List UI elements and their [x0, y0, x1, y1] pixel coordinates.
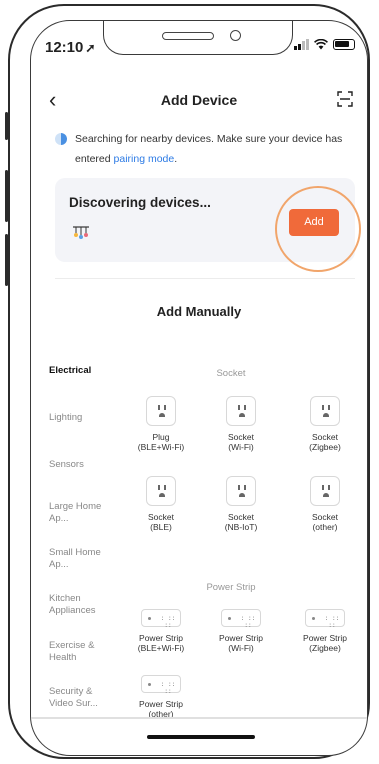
device-label: Socket (BLE) [148, 512, 174, 532]
device-plug-ble-wifi[interactable]: Plug (BLE+Wi-Fi) [123, 396, 199, 452]
device-label: Plug (BLE+Wi-Fi) [137, 432, 185, 452]
category-exercise-health[interactable]: Exercise & Health [49, 640, 109, 664]
device-label: Socket (NB-IoT) [224, 512, 258, 532]
pairing-mode-link[interactable]: pairing mode [114, 153, 175, 165]
status-time: 12:10 ➚ [45, 39, 95, 56]
device-power-strip-zigbee[interactable]: : :: :: Power Strip (Zigbee) [287, 609, 363, 653]
discovering-title: Discovering devices... [69, 195, 211, 210]
home-indicator[interactable] [147, 735, 255, 739]
scan-icon[interactable] [337, 91, 353, 107]
notice-text: Searching for nearby devices. Make sure … [55, 129, 353, 169]
device-power-strip-ble-wifi[interactable]: : :: :: Power Strip (BLE+Wi-Fi) [123, 609, 199, 653]
lamp-icon [73, 226, 89, 239]
device-label: Socket (other) [312, 512, 338, 532]
search-notice: Searching for nearby devices. Make sure … [55, 129, 353, 169]
device-label: Socket (Zigbee) [309, 432, 341, 452]
category-kitchen-appliances[interactable]: Kitchen Appliances [49, 593, 109, 617]
bottom-edge [31, 717, 367, 719]
device-label: Socket (Wi-Fi) [228, 432, 254, 452]
device-power-strip-wifi[interactable]: : :: :: Power Strip (Wi-Fi) [203, 609, 279, 653]
add-button[interactable]: Add [289, 209, 339, 236]
device-socket-zigbee[interactable]: Socket (Zigbee) [287, 396, 363, 452]
device-label: Power Strip (Wi-Fi) [219, 633, 263, 653]
section-power-strip: Power Strip [206, 582, 256, 593]
status-bar: 12:10 ➚ [31, 21, 367, 67]
category-electrical[interactable]: Electrical [49, 365, 129, 377]
speaker-icon [162, 32, 214, 40]
device-socket-wifi[interactable]: Socket (Wi-Fi) [203, 396, 279, 452]
spinner-icon [55, 133, 67, 145]
device-label: Power Strip (other) [139, 699, 183, 719]
device-label: Power Strip (BLE+Wi-Fi) [137, 633, 185, 653]
category-small-home-appliances[interactable]: Small Home Ap... [49, 547, 101, 571]
category-lighting[interactable]: Lighting [49, 412, 129, 424]
socket-icon [146, 476, 176, 506]
power-strip-icon: : :: :: [221, 609, 261, 629]
section-socket: Socket [216, 368, 246, 379]
notch [103, 21, 293, 55]
device-label: Power Strip (Zigbee) [303, 633, 347, 653]
add-manually-title: Add Manually [156, 304, 242, 319]
socket-icon [310, 476, 340, 506]
status-icons [294, 39, 355, 50]
socket-icon [310, 396, 340, 426]
battery-icon [333, 39, 355, 50]
page-title: Add Device [160, 92, 238, 108]
wifi-icon [314, 39, 328, 50]
socket-icon [226, 396, 256, 426]
divider [55, 278, 355, 279]
category-large-home-appliances[interactable]: Large Home Ap... [49, 501, 107, 525]
location-icon: ➚ [85, 41, 96, 55]
power-strip-icon: : :: :: [141, 675, 181, 695]
category-security-video[interactable]: Security & Video Sur... [49, 686, 109, 710]
device-power-strip-other[interactable]: : :: :: Power Strip (other) [123, 675, 199, 719]
socket-icon [226, 476, 256, 506]
time-text: 12:10 [45, 39, 84, 56]
device-socket-nb-iot[interactable]: Socket (NB-IoT) [203, 476, 279, 532]
category-sensors[interactable]: Sensors [49, 459, 129, 471]
power-strip-icon: : :: :: [141, 609, 181, 629]
power-strip-icon: : :: :: [305, 609, 345, 629]
camera-icon [230, 30, 241, 41]
signal-icon [294, 39, 309, 50]
phone-frame: 12:10 ➚ ‹ Add Device Searching for nearb… [8, 4, 370, 759]
notice-end: . [174, 153, 178, 165]
device-socket-ble[interactable]: Socket (BLE) [123, 476, 199, 532]
device-socket-other[interactable]: Socket (other) [287, 476, 363, 532]
socket-icon [146, 396, 176, 426]
discovering-card: Discovering devices... Add [55, 178, 361, 272]
header: ‹ Add Device [31, 87, 367, 117]
phone-screen: 12:10 ➚ ‹ Add Device Searching for nearb… [30, 20, 368, 756]
